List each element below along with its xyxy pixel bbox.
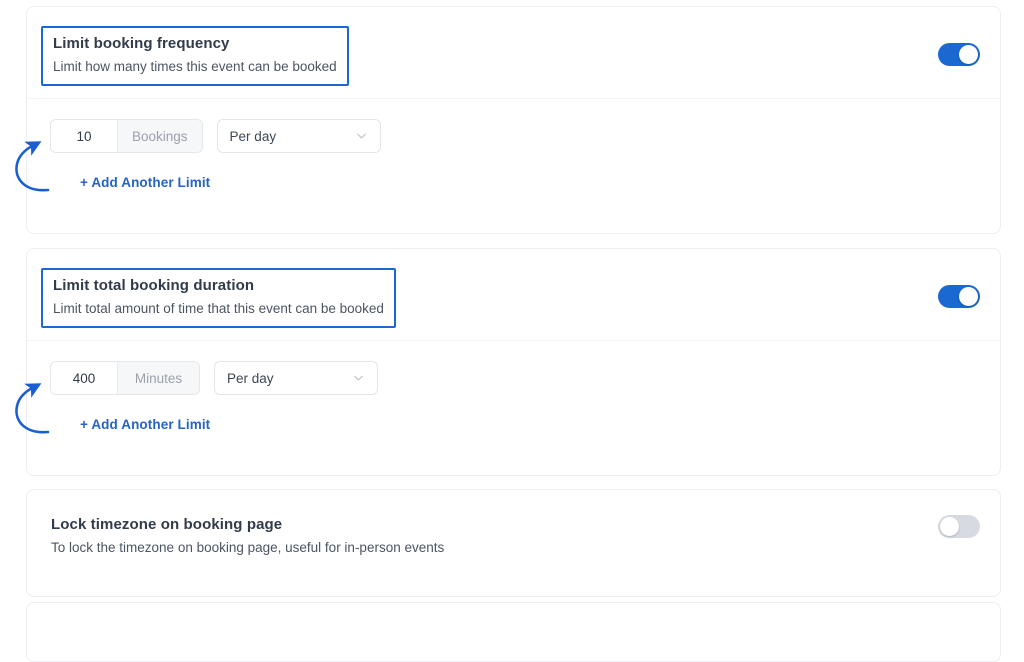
- limit-value-input-group[interactable]: 10 Bookings: [50, 119, 203, 153]
- add-another-limit-link[interactable]: + Add Another Limit: [80, 175, 210, 190]
- limit-value-input[interactable]: 10: [51, 120, 117, 152]
- toggle-knob: [959, 45, 978, 64]
- toggle-knob: [940, 517, 959, 536]
- section-title: Lock timezone on booking page: [51, 516, 283, 533]
- limit-value-input-group[interactable]: 400 Minutes: [50, 361, 200, 395]
- card-header: Lock timezone on booking page To lock th…: [27, 490, 1000, 582]
- limit-booking-frequency-toggle[interactable]: [938, 43, 980, 66]
- limit-value-input[interactable]: 400: [51, 362, 117, 394]
- card-body: 10 Bookings Per day + Add Another Limit: [27, 99, 1000, 235]
- annotation-highlight-box-duration: Limit total booking duration Limit total…: [41, 268, 396, 328]
- add-another-limit-link[interactable]: + Add Another Limit: [80, 417, 210, 432]
- section-title: Limit booking frequency: [53, 35, 230, 52]
- header-text-block: Limit booking frequency Limit how many t…: [41, 26, 349, 86]
- header-text-block: Lock timezone on booking page To lock th…: [41, 509, 454, 565]
- header-text-wrap: Lock timezone on booking page To lock th…: [41, 509, 454, 565]
- limit-unit-label: Bookings: [117, 120, 202, 152]
- chevron-down-icon: [352, 372, 365, 385]
- limit-total-booking-duration-toggle[interactable]: [938, 285, 980, 308]
- section-description: Limit total amount of time that this eve…: [53, 301, 384, 316]
- toggle-knob: [959, 287, 978, 306]
- section-description: To lock the timezone on booking page, us…: [51, 540, 445, 555]
- card-header: Limit total booking duration Limit total…: [27, 249, 1000, 341]
- limit-row: 400 Minutes Per day: [50, 361, 378, 395]
- limit-period-value: Per day: [229, 128, 277, 144]
- limit-period-select[interactable]: Per day: [214, 361, 378, 395]
- limit-booking-frequency-card: Limit booking frequency Limit how many t…: [26, 6, 1001, 234]
- limit-total-booking-duration-card: Limit total booking duration Limit total…: [26, 248, 1001, 476]
- settings-limits-page: Limit booking frequency Limit how many t…: [0, 0, 1024, 662]
- card-body: 400 Minutes Per day + Add Another Limit: [27, 341, 1000, 477]
- section-description: Limit how many times this event can be b…: [53, 59, 337, 74]
- limit-period-value: Per day: [227, 370, 274, 386]
- section-title: Limit total booking duration: [53, 277, 255, 294]
- limit-unit-label: Minutes: [117, 362, 199, 394]
- header-text-block: Limit total booking duration Limit total…: [41, 268, 396, 328]
- card-header: Limit booking frequency Limit how many t…: [27, 7, 1000, 99]
- limit-period-select[interactable]: Per day: [216, 119, 381, 153]
- lock-timezone-toggle[interactable]: [938, 515, 980, 538]
- annotation-highlight-box-frequency: Limit booking frequency Limit how many t…: [41, 26, 349, 86]
- limit-row: 10 Bookings Per day: [50, 119, 381, 153]
- lock-timezone-card: Lock timezone on booking page To lock th…: [26, 489, 1001, 597]
- chevron-down-icon: [355, 130, 368, 143]
- next-setting-card-partial: [26, 602, 1001, 662]
